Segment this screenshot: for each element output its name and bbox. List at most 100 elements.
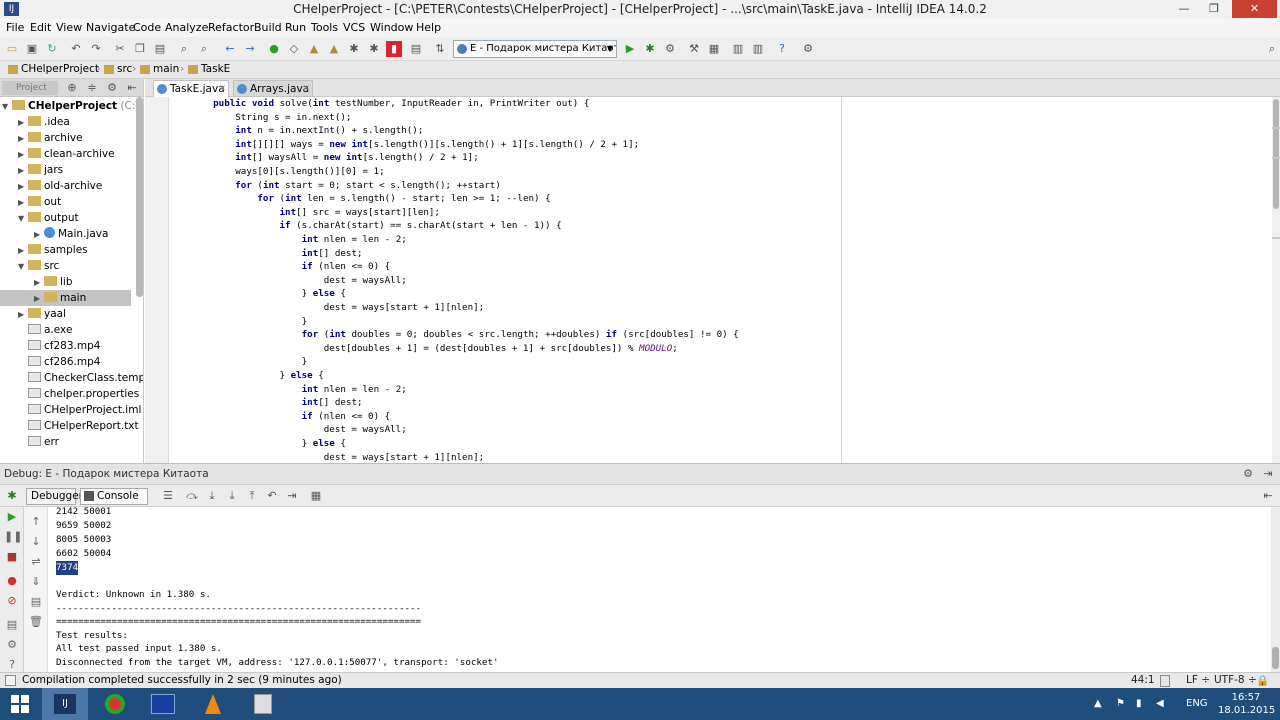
minimize-button[interactable]: —	[1170, 0, 1198, 18]
archive-icon[interactable]: ▲	[306, 41, 322, 57]
sdk-icon[interactable]: ▥	[730, 41, 746, 57]
soft-wrap-icon[interactable]: ⇌	[28, 555, 44, 569]
stop-icon[interactable]: ■	[4, 550, 20, 564]
chevron-down-icon[interactable]: ▼	[2, 99, 12, 115]
breadcrumb-taske[interactable]: TaskE	[188, 63, 230, 75]
coverage-icon[interactable]: ⚙	[662, 41, 678, 57]
mute-breakpoints-icon[interactable]: ⊘	[4, 594, 20, 608]
paste-test-icon[interactable]: ▤	[408, 41, 424, 57]
tree-item-chelperreport[interactable]: CHelperReport.txt	[28, 418, 139, 434]
tray-expand-icon[interactable]: ▲	[1094, 698, 1102, 709]
chevron-down-icon[interactable]: ▼	[18, 211, 28, 227]
chevron-down-icon[interactable]: ▼	[18, 259, 28, 275]
show-execution-point-icon[interactable]: ☰	[160, 488, 176, 504]
back-icon[interactable]: ←	[222, 41, 238, 57]
find-icon[interactable]: ⌕	[176, 41, 192, 57]
help-icon[interactable]: ?	[4, 658, 20, 672]
editor-gutter[interactable]	[145, 97, 169, 463]
line-separator[interactable]: LF ÷	[1186, 674, 1210, 686]
open-folder-icon[interactable]: ▭	[4, 41, 20, 57]
chevron-right-icon[interactable]: ▶	[34, 227, 44, 243]
menu-build[interactable]: Build	[254, 21, 282, 34]
close-button[interactable]: ✕	[1232, 0, 1277, 18]
tree-item-chelperproject-iml[interactable]: CHelperProject.iml	[28, 402, 141, 418]
menu-navigate[interactable]: Navigate	[86, 21, 135, 34]
run-configuration-select[interactable]: E - Подарок мистера Китаота ▼	[453, 40, 617, 58]
up-arrow-icon[interactable]: ↑	[28, 515, 44, 529]
menu-edit[interactable]: Edit	[30, 21, 51, 34]
chevron-right-icon[interactable]: ▶	[18, 179, 28, 195]
editor-scrollbar[interactable]	[1272, 97, 1280, 463]
tree-item-project-root[interactable]: ▼CHelperProject (C:\PET	[2, 98, 143, 115]
tool-windows-icon[interactable]	[5, 675, 16, 686]
tab-arrays-java[interactable]: Arrays.java ✕	[233, 80, 313, 97]
run-icon[interactable]: ▶	[622, 41, 638, 57]
code-editor[interactable]: public void solve(int testNumber, InputR…	[145, 97, 1280, 463]
menu-analyze[interactable]: Analyze	[165, 21, 208, 34]
tab-debugger[interactable]: Debugger	[26, 488, 83, 505]
run-to-cursor-icon[interactable]: ⇥	[284, 488, 300, 504]
step-over-icon[interactable]: ⤼	[184, 488, 200, 504]
taskbar-chrome[interactable]	[92, 688, 138, 720]
start-button[interactable]	[0, 688, 40, 720]
taskbar-vlc[interactable]	[190, 688, 236, 720]
tree-item-chelper-properties[interactable]: chelper.properties	[28, 386, 139, 402]
scrollbar-thumb[interactable]	[1272, 647, 1279, 669]
chevron-right-icon[interactable]: ▶	[34, 291, 44, 307]
step-out-icon[interactable]: ⤒	[244, 488, 260, 504]
tree-item-cf283[interactable]: cf283.mp4	[28, 338, 100, 354]
vcs-icon[interactable]: ⚒	[686, 41, 702, 57]
tree-item-cf286[interactable]: cf286.mp4	[28, 354, 100, 370]
undo-icon[interactable]: ↶	[68, 41, 84, 57]
forward-icon[interactable]: →	[242, 41, 258, 57]
settings-icon[interactable]: ✱	[366, 41, 382, 57]
taskbar-calculator[interactable]	[240, 688, 286, 720]
task-icon[interactable]: ◇	[286, 41, 302, 57]
menu-view[interactable]: View	[56, 21, 82, 34]
menu-window[interactable]: Window	[370, 21, 413, 34]
replace-icon[interactable]: ⌕	[196, 41, 212, 57]
lock-icon[interactable]: 🔒	[1256, 674, 1269, 687]
tree-item-lib[interactable]: ▶ lib	[34, 274, 73, 290]
menu-run[interactable]: Run	[285, 21, 306, 34]
tree-item-out[interactable]: ▶ out	[18, 194, 61, 210]
plugin-icon[interactable]: ✱	[346, 41, 362, 57]
insert-mode-icon[interactable]	[1160, 675, 1170, 687]
breadcrumb-src[interactable]: src	[104, 63, 132, 75]
pause-icon[interactable]: ❚❚	[4, 530, 22, 544]
clear-all-icon[interactable]: 🗑	[28, 615, 44, 629]
collapse-icon[interactable]: ≑	[84, 80, 100, 96]
help-icon[interactable]: ?	[774, 41, 790, 57]
structure-icon[interactable]: ▦	[706, 41, 722, 57]
menu-file[interactable]: File	[6, 21, 24, 34]
tester-icon[interactable]: ▲	[326, 41, 342, 57]
chevron-right-icon[interactable]: ▶	[34, 275, 44, 291]
step-into-icon[interactable]: ⤓	[204, 488, 220, 504]
down-arrow-icon[interactable]: ↓	[28, 535, 44, 549]
volume-icon[interactable]: ◀	[1156, 698, 1164, 709]
tree-item-err[interactable]: err	[28, 434, 59, 450]
tree-item-checkerclass[interactable]: CheckerClass.templ	[28, 370, 143, 386]
hide-icon[interactable]: ⇤	[124, 80, 140, 96]
taskbar-far[interactable]	[140, 688, 186, 720]
menu-code[interactable]: Code	[133, 21, 161, 34]
chevron-right-icon[interactable]: ▶	[18, 243, 28, 259]
force-step-into-icon[interactable]: ⤓	[224, 488, 240, 504]
menu-vcs[interactable]: VCS	[343, 21, 365, 34]
gear-icon[interactable]: ⚙	[104, 80, 120, 96]
chevron-right-icon[interactable]: ▶	[18, 147, 28, 163]
restore-layout-icon[interactable]: ⇤	[1260, 488, 1276, 504]
chevron-right-icon[interactable]: ▶	[18, 115, 28, 131]
project-view-tab[interactable]: Project	[2, 81, 58, 95]
project-scrollbar[interactable]	[136, 97, 143, 297]
gear-icon[interactable]: ⚙	[1240, 466, 1256, 482]
hide-panel-icon[interactable]: ⇥	[1260, 466, 1276, 482]
chevron-right-icon[interactable]: ▶	[18, 195, 28, 211]
menu-help[interactable]: Help	[416, 21, 441, 34]
get-thread-dump-icon[interactable]: ▤	[4, 618, 20, 632]
chevron-right-icon[interactable]: ▶	[18, 307, 28, 323]
scrollbar-thumb[interactable]	[1273, 99, 1279, 209]
status-message[interactable]: Compilation completed successfully in 2 …	[22, 674, 342, 686]
cut-icon[interactable]: ✂	[112, 41, 128, 57]
tree-item-archive[interactable]: ▶ archive	[18, 130, 83, 146]
